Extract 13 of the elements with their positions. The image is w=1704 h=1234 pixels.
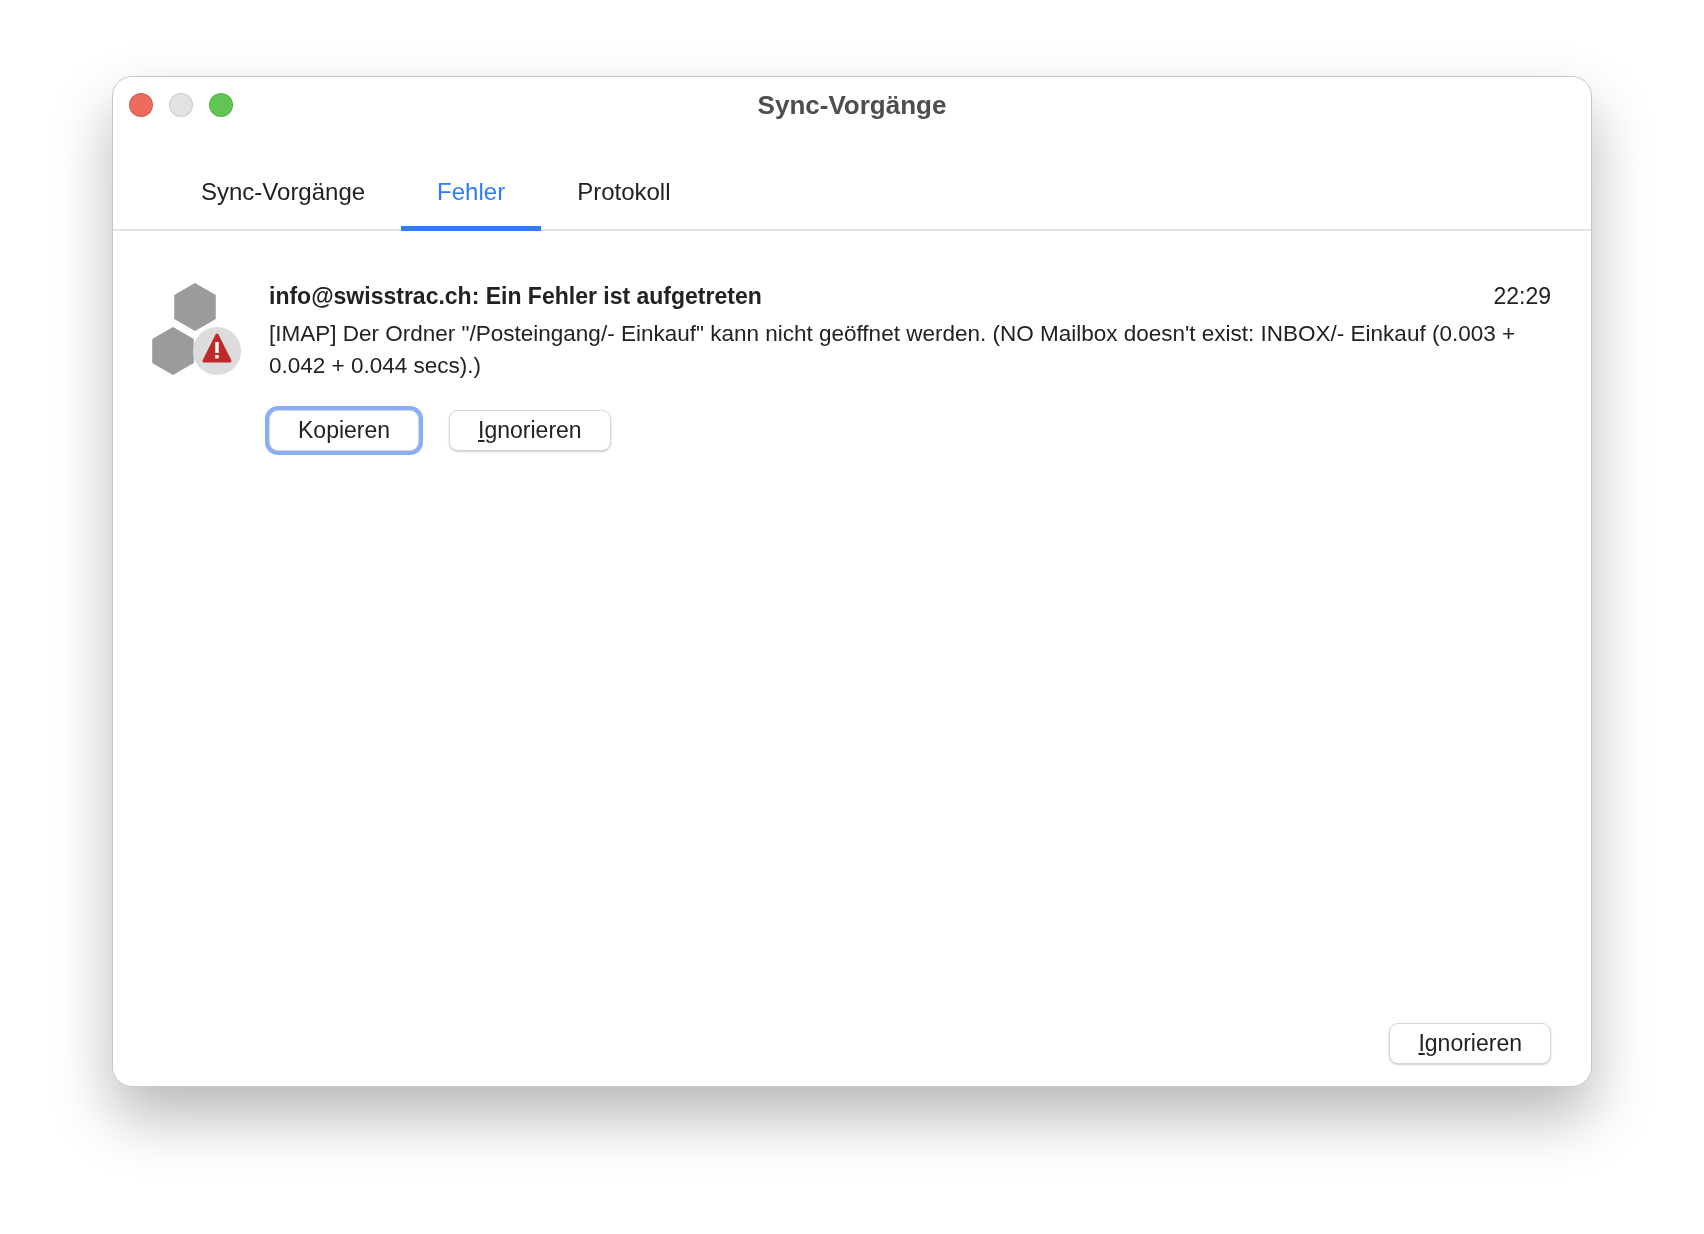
error-time: 22:29 bbox=[1493, 283, 1551, 310]
tab[interactable]: Sync-Vorgänge bbox=[165, 178, 402, 231]
minimize-icon[interactable] bbox=[169, 93, 193, 117]
ignore-button[interactable]: Ignorieren bbox=[449, 410, 611, 451]
hexagon-warning-icon bbox=[149, 283, 243, 377]
close-icon[interactable] bbox=[129, 93, 153, 117]
window-title: Sync-Vorgänge bbox=[757, 89, 947, 121]
tab[interactable]: Protokoll bbox=[541, 178, 707, 231]
error-title: info@swisstrac.ch: Ein Fehler ist aufgetreten bbox=[269, 283, 762, 310]
error-message: [IMAP] Der Ordner "/Posteingang/- Einkauf" kann nicht geöffnet werden. (NO Mailbox doesn't exist: INBOX/- Einkauf (0.003 + 0.042 + 0.044 secs).) bbox=[269, 320, 1517, 380]
tab[interactable]: Fehler bbox=[401, 178, 542, 231]
zoom-icon[interactable] bbox=[209, 93, 233, 117]
ignore-button[interactable]: Ignorieren bbox=[1389, 1023, 1551, 1064]
